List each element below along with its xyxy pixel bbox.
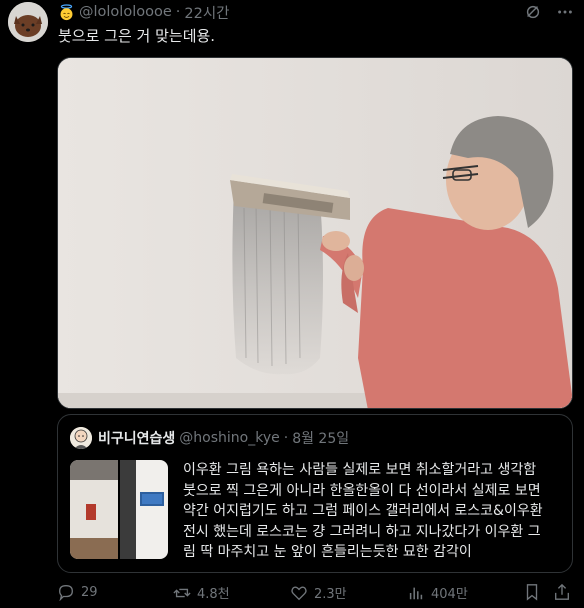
quote-line: 이우환 그림 욕하는 사람들 실제로 보면 취소할거라고 생각함	[183, 462, 537, 478]
angel-emoji-icon	[60, 3, 73, 20]
quote-line: 붓으로 찍 그은게 아니라 한올한올이 다 선이라서 실제로 보면	[183, 482, 541, 499]
repost-button[interactable]: 4.8천	[173, 583, 230, 602]
action-bar: 29 4.8천 2.3만 404만	[57, 583, 573, 605]
header-actions	[524, 3, 574, 21]
quote-author-name[interactable]: 비구니연습생	[98, 428, 175, 448]
tweet-time[interactable]: 22시간	[184, 2, 229, 23]
views-button[interactable]: 404만	[407, 583, 468, 602]
grok-icon[interactable]	[524, 3, 542, 21]
views-bar-chart-icon	[409, 587, 423, 599]
repost-count: 4.8천	[197, 587, 230, 602]
quote-avatar[interactable]	[70, 427, 92, 449]
share-button[interactable]	[553, 583, 571, 601]
like-count: 2.3만	[314, 587, 347, 602]
views-count: 404만	[431, 587, 468, 602]
tweet-text: 붓으로 그은 거 맞는데용.	[58, 27, 216, 45]
heart-icon	[291, 586, 307, 600]
reply-count: 29	[81, 584, 98, 600]
quoted-tweet[interactable]: 비구니연습생 @hoshino_kye · 8월 25일 이우환 그림 욕하는 …	[57, 414, 573, 573]
quote-header: 비구니연습생 @hoshino_kye · 8월 25일	[70, 427, 349, 449]
quote-line: 림 딱 마주치고 눈 앞이 흔들리는듯한 묘한 감각이	[183, 544, 472, 560]
gallery-photo-right	[120, 460, 168, 559]
repost-icon	[173, 588, 191, 597]
quote-thumbnail[interactable]	[70, 460, 168, 559]
quote-line: 약간 어지럽기도 하고 그럼 페이스 갤러리에서 로스코&이우환	[183, 503, 543, 519]
dog-avatar-image	[8, 2, 48, 42]
like-button[interactable]: 2.3만	[290, 583, 347, 602]
bookmark-button[interactable]	[523, 583, 541, 601]
quote-date: 8월 25일	[292, 431, 350, 447]
more-dots-icon[interactable]	[556, 3, 574, 21]
quote-author-handle[interactable]: @hoshino_kye	[179, 430, 279, 446]
author-handle[interactable]: @lolololoooe	[79, 4, 172, 20]
artist-painting-photo	[58, 58, 572, 408]
tweet-header: @lolololoooe · 22시간	[58, 2, 230, 23]
tweet-photo[interactable]	[57, 57, 573, 409]
monk-avatar-image	[70, 427, 92, 449]
author-avatar[interactable]	[8, 2, 48, 42]
quote-line: 전시 했는데 로스코는 걍 그러려니 하고 지나갔다가 이우환 그	[183, 523, 541, 540]
quote-text: 이우환 그림 욕하는 사람들 실제로 보면 취소할거라고 생각함 붓으로 찍 그…	[183, 460, 563, 563]
quote-separator: ·	[283, 430, 289, 446]
gallery-photo-left	[70, 460, 118, 559]
header-separator: ·	[175, 4, 181, 20]
share-icon	[555, 583, 569, 600]
reply-icon	[59, 585, 73, 601]
reply-button[interactable]: 29	[57, 583, 98, 601]
bookmark-icon	[526, 584, 538, 601]
